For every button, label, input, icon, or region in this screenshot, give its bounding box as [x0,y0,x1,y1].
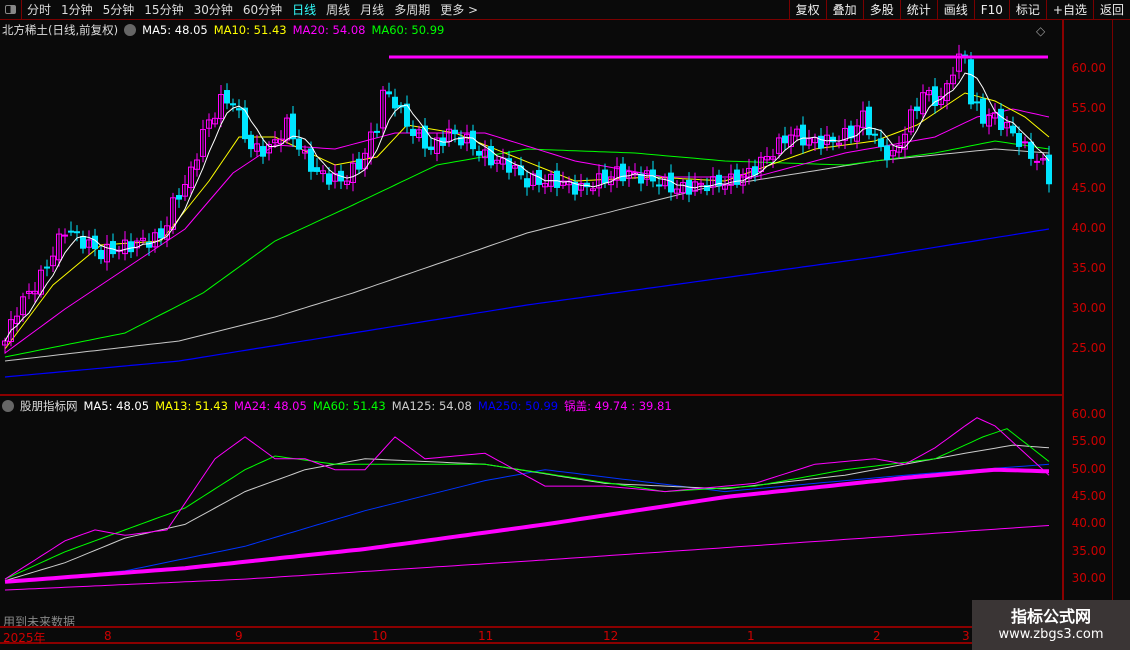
price-tick: 40.00 [1071,221,1106,235]
price-tick: 60.00 [1071,61,1106,75]
candle-body [224,90,230,104]
indicator-tick: 30.00 [1071,571,1106,586]
time-label: 9 [235,629,243,643]
price-tick: 50.00 [1071,141,1106,155]
ma10-line [4,92,1050,350]
candle-body [476,150,482,156]
candle-body [314,167,320,172]
candle-body [110,241,116,255]
candle-body [260,146,266,157]
candle-body [44,266,50,269]
side-list-strip[interactable] [1112,396,1130,626]
price-tick: 55.00 [1071,101,1106,115]
sub-ma250-line [4,463,1050,583]
candle-body [782,135,788,144]
candle-body [800,124,806,146]
candle-body [176,195,182,200]
candle-body [1022,141,1028,144]
price-tick: 45.00 [1071,181,1106,195]
time-label: 2 [873,629,881,643]
candle-body [452,129,458,135]
candle-body [1010,125,1016,134]
candle-body [296,138,302,150]
toolbar-button[interactable]: 返回 [1092,0,1130,20]
kline-chart[interactable] [0,0,1062,626]
candle-body [374,130,380,133]
time-label: 3 [962,629,970,643]
sub-ma24-line [4,417,1050,580]
candle-body [308,148,314,172]
watermark: 指标公式网 www.zbgs3.com [972,600,1130,650]
candle-body [386,91,392,95]
time-label: 2025年 [3,631,46,645]
candle-body [428,146,434,150]
candle-body [932,86,938,107]
candle-body [1028,141,1034,159]
candle-body [236,108,242,111]
candle-body [620,163,626,182]
price-tick: 35.00 [1071,261,1106,275]
candle-body [878,138,884,148]
side-tab-strip[interactable] [1112,20,1130,396]
candle-body [974,101,980,104]
time-label: 12 [603,629,619,643]
candle-body [848,125,854,139]
price-tick: 30.00 [1071,301,1106,315]
candle-body [554,170,560,188]
candle-body [602,169,608,184]
ma250-line [4,228,1050,378]
time-label: 11 [478,629,494,643]
candle-body [80,235,86,249]
time-label: 10 [372,629,388,643]
candle-body [872,133,878,136]
time-label: 8 [104,629,112,643]
candle-body [230,103,236,106]
candle-body [980,98,986,124]
indicator-tick: 45.00 [1071,489,1106,504]
price-tick: 25.00 [1071,341,1106,355]
time-axis: 2025年 8 9 10 11 12 1 2 3 [0,626,1062,645]
indicator-tick: 40.00 [1071,516,1106,531]
candle-body [1016,133,1022,147]
candle-body [392,96,398,109]
guogai-low-line [4,525,1050,591]
candle-body [752,166,758,176]
candle-body [356,158,362,170]
candle-body [128,241,134,253]
candle-body [98,249,104,260]
candle-body [968,59,974,105]
price-axis: 60.00 55.00 50.00 45.00 40.00 35.00 30.00 25.00 [1062,20,1112,396]
indicator-tick: 35.00 [1071,543,1106,558]
ma5-line [4,72,1050,342]
indicator-axis: 60.00 55.00 50.00 45.00 40.00 35.00 30.00 [1062,396,1112,626]
candle-body [248,134,254,150]
indicator-tick: 55.00 [1071,434,1106,449]
candle-body [656,184,662,187]
candle-body [998,108,1004,130]
candle-body [290,113,296,140]
candle-body [326,173,332,185]
candle-body [62,234,68,237]
watermark-name: 指标公式网 [1010,607,1091,626]
indicator-tick: 60.00 [1071,407,1106,421]
candle-body [866,106,872,136]
guogai-line [4,467,1050,584]
sub-ma60-line [4,428,1050,580]
sub-ma125-line [4,444,1050,582]
candle-body [884,145,890,161]
candle-body [830,136,836,143]
candle-body [410,128,416,137]
candle-body [734,169,740,185]
watermark-url: www.zbgs3.com [998,627,1104,642]
candle-body [818,135,824,149]
candle-body [68,230,74,233]
indicator-tick: 50.00 [1071,461,1106,476]
candle-body [914,106,920,112]
candle-body [1034,160,1040,163]
time-label: 1 [747,629,755,643]
candle-body [74,231,80,234]
candle-body [524,178,530,188]
candle-body [158,228,164,239]
